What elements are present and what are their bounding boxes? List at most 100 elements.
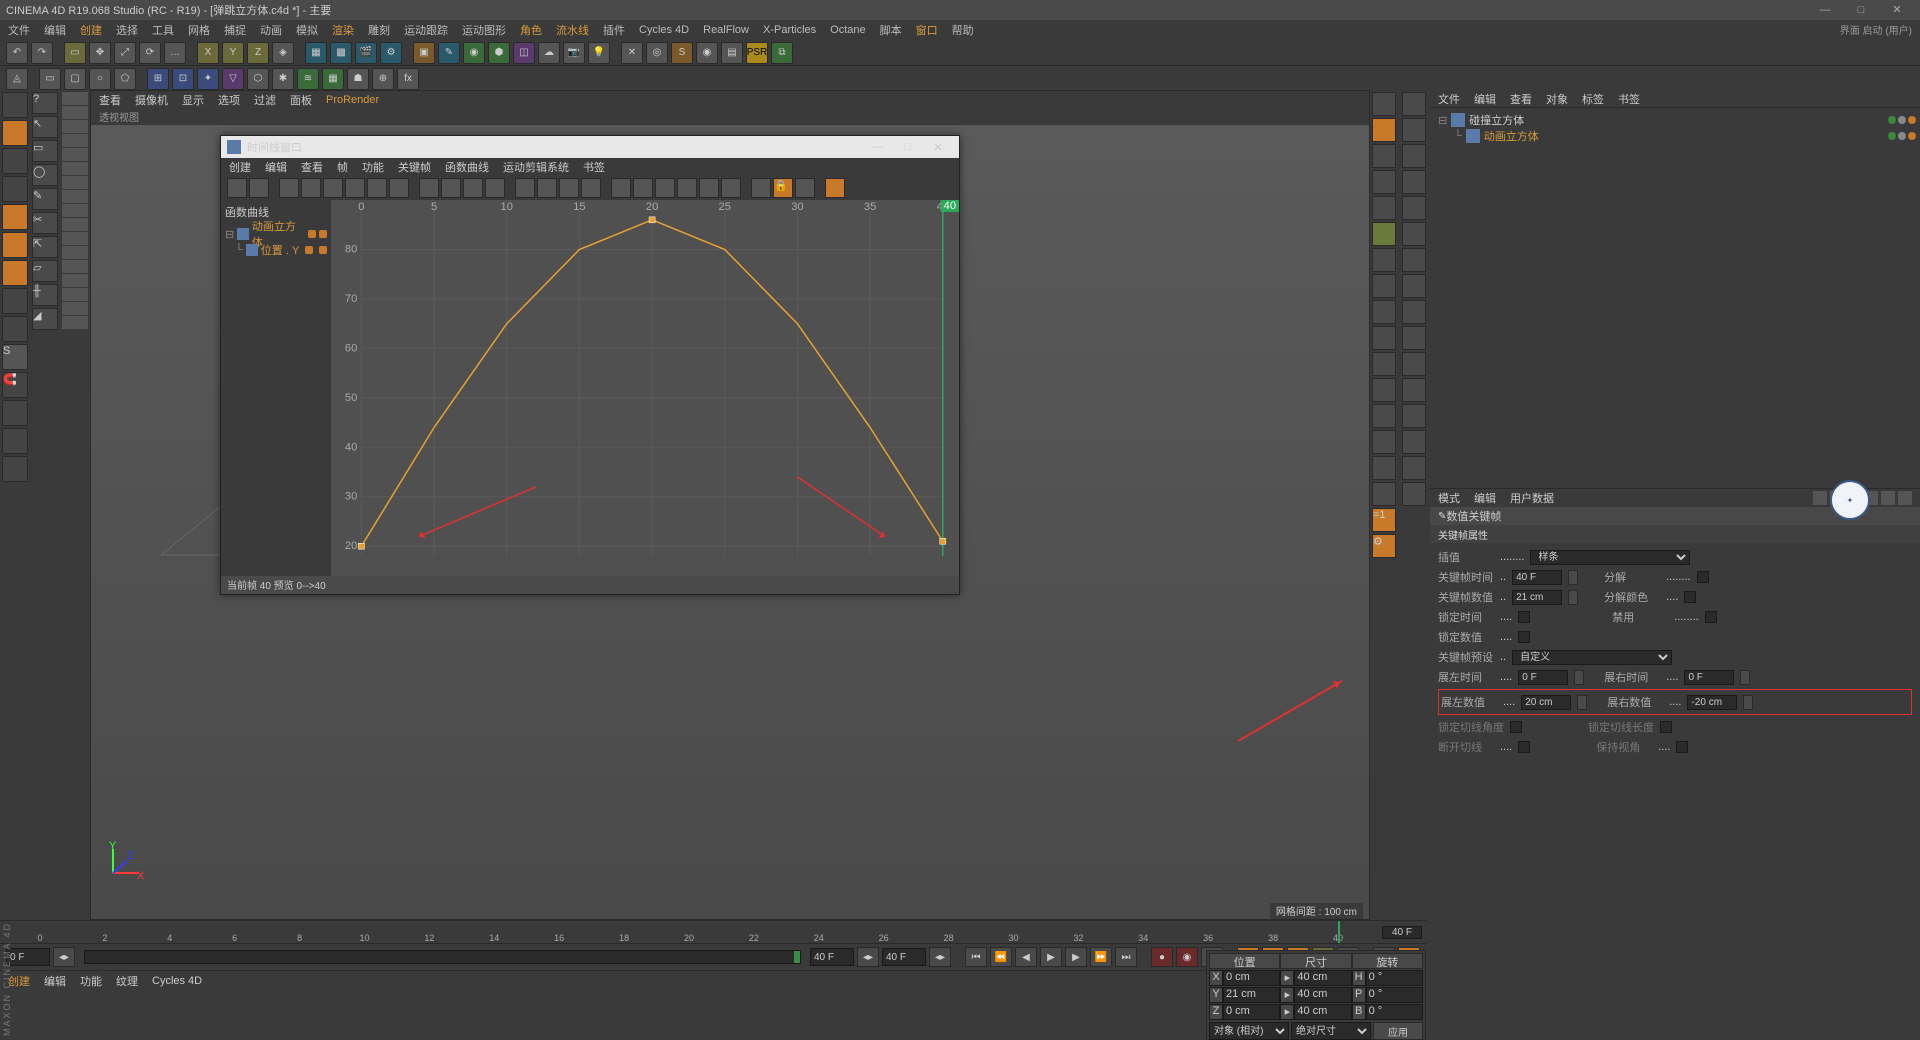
menu-过滤[interactable]: 过滤	[254, 92, 276, 108]
menu-Cycles 4D[interactable]: Cycles 4D	[639, 24, 689, 36]
menu-摄像机[interactable]: 摄像机	[135, 92, 168, 108]
render-region-icon[interactable]: ▩	[330, 42, 352, 64]
environment-icon[interactable]: ☁	[538, 42, 560, 64]
duplicate-icon[interactable]: ⧉	[771, 42, 793, 64]
lock-tan-length-checkbox[interactable]	[1660, 721, 1672, 733]
undo-icon[interactable]: ↶	[6, 42, 28, 64]
globe-icon[interactable]	[2, 92, 28, 118]
coord-system-icon[interactable]: ◈	[272, 42, 294, 64]
lock-icon[interactable]: 🔒	[773, 178, 793, 198]
next-key-icon[interactable]: ⏩	[1090, 947, 1112, 967]
menu-ProRender[interactable]: ProRender	[326, 94, 379, 106]
menu-工具[interactable]: 工具	[152, 22, 174, 38]
next-frame-icon[interactable]: ▶	[1065, 947, 1087, 967]
coord-rot-input[interactable]: 0 °	[1366, 1004, 1423, 1020]
menu-函数曲线[interactable]: 函数曲线	[445, 159, 489, 175]
tag-icon[interactable]	[1908, 116, 1916, 124]
main-timeline[interactable]: 0246810121416182022242628303234363840	[0, 920, 1426, 944]
axis-z-icon[interactable]: Z	[247, 42, 269, 64]
edge-mode-icon[interactable]	[2, 232, 28, 258]
menu-运动剪辑系统[interactable]: 运动剪辑系统	[503, 159, 569, 175]
menu-渲染[interactable]: 渲染	[332, 22, 354, 38]
bridge-icon[interactable]: ╫	[32, 284, 58, 306]
coord-size-input[interactable]: 40 cm	[1294, 970, 1351, 986]
deformer-icon[interactable]: ◫	[513, 42, 535, 64]
goto-start-icon[interactable]: ⏮	[965, 947, 987, 967]
menu-Octane[interactable]: Octane	[830, 24, 865, 36]
texture-mode-icon[interactable]	[2, 148, 28, 174]
menu-帮助[interactable]: 帮助	[952, 22, 974, 38]
swatch[interactable]	[62, 92, 88, 105]
coord-pos-input[interactable]: 0 cm	[1223, 970, 1280, 986]
editable-icon[interactable]: ◬	[6, 68, 28, 90]
octane-icon[interactable]: ◎	[646, 42, 668, 64]
menu-编辑[interactable]: 编辑	[265, 159, 287, 175]
fcurve-track-list[interactable]: 函数曲线 ⊟动画立方体└位置 . Y	[221, 200, 331, 576]
track-toggle-icon[interactable]	[305, 246, 313, 254]
range-start-spin-icon[interactable]: ◂▸	[53, 947, 75, 967]
menu-选择[interactable]: 选择	[116, 22, 138, 38]
menu-运动图形[interactable]: 运动图形	[462, 22, 506, 38]
gear-icon[interactable]	[1898, 491, 1912, 505]
menu-创建[interactable]: 创建	[80, 22, 102, 38]
mograph-cloner-icon[interactable]: ⊞	[147, 68, 169, 90]
dynamics-icon[interactable]: ⬡	[247, 68, 269, 90]
attr-menu-编辑[interactable]: 编辑	[1474, 490, 1496, 506]
menu-编辑[interactable]: 编辑	[44, 973, 66, 989]
menu-运动跟踪[interactable]: 运动跟踪	[404, 22, 448, 38]
rf-icon[interactable]: ◉	[696, 42, 718, 64]
move-tool-icon[interactable]: ✥	[89, 42, 111, 64]
view-all-icon[interactable]	[1372, 92, 1396, 116]
selection-live-icon[interactable]: ▭	[39, 68, 61, 90]
track-toggle-icon[interactable]	[308, 230, 316, 238]
menu-网格[interactable]: 网格	[188, 22, 210, 38]
soft-select-icon[interactable]: ◯	[32, 164, 58, 186]
interp-select[interactable]: 样条	[1530, 550, 1690, 565]
snap-icon[interactable]: S	[2, 344, 28, 370]
menu-功能[interactable]: 功能	[80, 973, 102, 989]
nurbs-icon[interactable]: ◉	[463, 42, 485, 64]
menu-编辑[interactable]: 编辑	[1474, 91, 1496, 107]
menu-编辑[interactable]: 编辑	[44, 22, 66, 38]
linear-tangent-icon[interactable]	[515, 178, 535, 198]
key-time-input[interactable]	[1512, 570, 1562, 585]
tool-icon[interactable]	[1372, 144, 1396, 168]
brush-tool-icon[interactable]	[1372, 118, 1396, 142]
mograph-matrix-icon[interactable]: ⊡	[172, 68, 194, 90]
menu-脚本[interactable]: 脚本	[880, 22, 902, 38]
tag-icon[interactable]	[1908, 132, 1916, 140]
menu-帧[interactable]: 帧	[337, 159, 348, 175]
brush-icon[interactable]: ✎	[32, 188, 58, 210]
arrow-left-icon[interactable]	[1813, 491, 1827, 505]
workplane-lock-icon[interactable]	[2, 400, 28, 426]
selection-poly-icon[interactable]: ⬠	[114, 68, 136, 90]
menu-雕刻[interactable]: 雕刻	[368, 22, 390, 38]
range-slider[interactable]	[84, 950, 801, 964]
menu-功能[interactable]: 功能	[362, 159, 384, 175]
coord-pos-input[interactable]: 0 cm	[1223, 1004, 1280, 1020]
maximize-button[interactable]: □	[1844, 1, 1878, 19]
minimize-button[interactable]: —	[1808, 1, 1842, 19]
point-mode-icon[interactable]	[2, 204, 28, 230]
timeline-window-titlebar[interactable]: 时间线窗口 — □ ✕	[221, 136, 959, 158]
attr-menu-用户数据[interactable]: 用户数据	[1510, 490, 1554, 506]
menu-捕捉[interactable]: 捕捉	[224, 22, 246, 38]
coord-size-input[interactable]: 40 cm	[1294, 987, 1351, 1003]
axis-y-icon[interactable]: Y	[222, 42, 244, 64]
coord-rot-input[interactable]: 0 °	[1366, 987, 1423, 1003]
menu-书签[interactable]: 书签	[583, 159, 605, 175]
spline-pen-icon[interactable]: ✎	[438, 42, 460, 64]
redo-icon[interactable]: ↷	[31, 42, 53, 64]
menu-X-Particles[interactable]: X-Particles	[763, 24, 816, 36]
cloth-icon[interactable]: ▦	[322, 68, 344, 90]
close-button[interactable]: ✕	[1880, 1, 1914, 19]
menu-角色[interactable]: 角色	[520, 22, 542, 38]
polygon-mode-icon[interactable]	[2, 260, 28, 286]
tl-close-button[interactable]: ✕	[923, 141, 953, 154]
visibility-dot-icon[interactable]	[1888, 132, 1896, 140]
decompose-color-checkbox[interactable]	[1684, 591, 1696, 603]
lock-time-checkbox[interactable]	[1518, 611, 1530, 623]
menu-面板[interactable]: 面板	[290, 92, 312, 108]
coord-mode2-select[interactable]: 绝对尺寸	[1291, 1022, 1371, 1040]
model-mode-icon[interactable]	[2, 120, 28, 146]
